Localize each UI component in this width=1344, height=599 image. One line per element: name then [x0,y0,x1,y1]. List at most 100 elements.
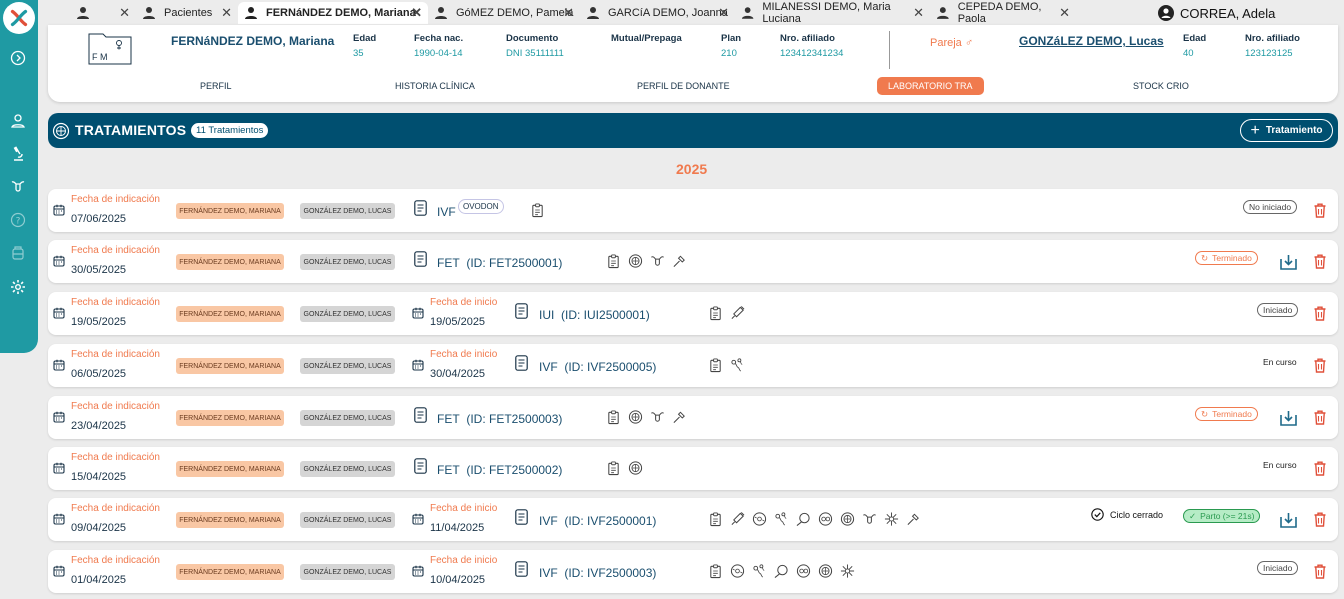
treatment-name[interactable]: IVF (ID: IVF2500001) [539,514,656,528]
uterus-icon[interactable] [862,511,877,527]
tab-milanessi[interactable]: MILANESSI DEMO, Maria Luciana ✕ [735,1,930,25]
treatment-row[interactable]: Fecha de indicación 06/05/2025 FERNÁNDEZ D… [48,344,1338,387]
close-icon[interactable]: ✕ [221,5,232,21]
calendar-icon [412,565,424,577]
treatment-name[interactable]: FET (ID: FET2500001) [437,256,562,270]
cryo-icon[interactable] [884,511,899,527]
syringe-icon[interactable] [730,511,745,527]
user-menu[interactable]: CORREA, Adela [1158,5,1275,21]
embryo-icon[interactable] [628,253,643,269]
patient-icon[interactable] [8,111,28,131]
trash-icon[interactable] [1314,203,1326,218]
tab-gomez[interactable]: GóMEZ DEMO, Pamela ✕ [428,2,580,24]
trash-icon[interactable] [1314,512,1326,527]
tab-home[interactable]: ✕ [70,2,136,24]
nav-historia-clinica[interactable]: HISTORIA CLÍNICA [395,77,475,95]
storage-icon[interactable] [8,243,28,263]
treatment-row[interactable]: Fecha de indicación 01/04/2025 FERNÁNDEZ D… [48,550,1338,593]
zygote-icon[interactable] [818,511,833,527]
sperm-icon[interactable] [730,357,745,373]
tab-pacientes[interactable]: Pacientes ✕ [136,2,238,24]
clipboard-icon[interactable] [708,305,723,321]
oocyte-icon[interactable] [752,511,767,527]
close-icon[interactable]: ✕ [1059,5,1070,21]
document-icon[interactable] [414,251,427,267]
microscope-icon[interactable] [8,144,28,164]
trash-icon[interactable] [1314,564,1326,579]
close-icon[interactable]: ✕ [563,5,574,21]
treatment-row[interactable]: Fecha de indicación 07/06/2025 FERNÁNDEZ D… [48,189,1338,232]
uterus-icon[interactable] [650,409,665,425]
partner-chip: GONZÁLEZ DEMO, LUCAS [300,461,395,477]
tab-garcia[interactable]: GARCíA DEMO, Joanna ✕ [580,2,735,24]
document-icon[interactable] [515,303,528,319]
close-icon[interactable]: ✕ [718,5,729,21]
clipboard-icon[interactable] [708,511,723,527]
trash-icon[interactable] [1314,358,1326,373]
cryo-icon[interactable] [840,563,855,579]
syringe-icon[interactable] [730,305,745,321]
pipette-icon[interactable] [672,253,687,269]
treatment-row[interactable]: Fecha de indicación 30/05/2025 FERNÁNDEZ D… [48,240,1338,283]
sperm-icon[interactable] [752,563,767,579]
treatment-row[interactable]: Fecha de indicación 09/04/2025 FERNÁNDEZ D… [48,498,1338,541]
zygote-icon[interactable] [796,563,811,579]
app-logo[interactable] [3,2,35,34]
icsi-icon[interactable] [796,511,811,527]
embryo-icon[interactable] [840,511,855,527]
treatment-name[interactable]: IUI (ID: IUI2500001) [539,308,650,322]
nav-laboratorio-tra[interactable]: LABORATORIO TRA [877,77,984,95]
treatment-name[interactable]: IVF (ID: IVF2500005) [539,360,656,374]
nav-stock-crio[interactable]: STOCK CRIO [1133,77,1189,95]
add-treatment-button[interactable]: + Tratamiento [1240,119,1333,142]
download-icon[interactable] [1280,410,1297,426]
download-icon[interactable] [1280,512,1297,528]
treatment-row[interactable]: Fecha de indicación 19/05/2025 FERNÁNDEZ D… [48,292,1338,335]
partner-name-link[interactable]: GONZáLEZ DEMO, Lucas [1019,34,1164,48]
treatment-name[interactable]: IVF [437,205,456,219]
tab-fernandez[interactable]: FERNáNDEZ DEMO, Mariana ✕ [238,2,428,24]
nav-perfil-donante[interactable]: PERFIL DE DONANTE [637,77,730,95]
treatment-row[interactable]: Fecha de indicación 23/04/2025 FERNÁNDEZ D… [48,396,1338,439]
clipboard-icon[interactable] [530,202,545,218]
clipboard-icon[interactable] [606,409,621,425]
document-icon[interactable] [515,561,528,577]
close-icon[interactable]: ✕ [913,5,924,21]
document-icon[interactable] [515,509,528,525]
treatment-name[interactable]: IVF (ID: IVF2500003) [539,566,656,580]
oocyte-icon[interactable] [730,563,745,579]
close-icon[interactable]: ✕ [119,5,130,21]
close-icon[interactable]: ✕ [411,5,422,21]
nav-perfil[interactable]: PERFIL [200,77,232,95]
embryo-icon[interactable] [818,563,833,579]
clipboard-icon[interactable] [708,563,723,579]
trash-icon[interactable] [1314,254,1326,269]
help-icon[interactable]: ? [8,210,28,230]
tab-label: GóMEZ DEMO, Pamela [456,7,574,19]
document-icon[interactable] [414,458,427,474]
sperm-icon[interactable] [774,511,789,527]
clipboard-icon[interactable] [606,460,621,476]
treatment-row[interactable]: Fecha de indicación 15/04/2025 FERNÁNDEZ D… [48,447,1338,490]
embryo-icon[interactable] [628,460,643,476]
treatment-name[interactable]: FET (ID: FET2500002) [437,463,562,477]
clipboard-icon[interactable] [708,357,723,373]
embryo-icon[interactable] [628,409,643,425]
pipette-icon[interactable] [906,511,921,527]
settings-icon[interactable] [8,277,28,297]
trash-icon[interactable] [1314,410,1326,425]
expand-sidebar-icon[interactable] [8,48,28,68]
pipette-icon[interactable] [672,409,687,425]
document-icon[interactable] [515,355,528,371]
trash-icon[interactable] [1314,306,1326,321]
tab-cepeda[interactable]: CEPEDA DEMO, Paola ✕ [930,1,1076,25]
uterus-icon[interactable] [650,253,665,269]
trash-icon[interactable] [1314,461,1326,476]
document-icon[interactable] [414,200,427,216]
uterus-nav-icon[interactable] [8,176,28,196]
clipboard-icon[interactable] [606,253,621,269]
treatment-name[interactable]: FET (ID: FET2500003) [437,412,562,426]
document-icon[interactable] [414,407,427,423]
icsi-icon[interactable] [774,563,789,579]
download-icon[interactable] [1280,254,1297,270]
